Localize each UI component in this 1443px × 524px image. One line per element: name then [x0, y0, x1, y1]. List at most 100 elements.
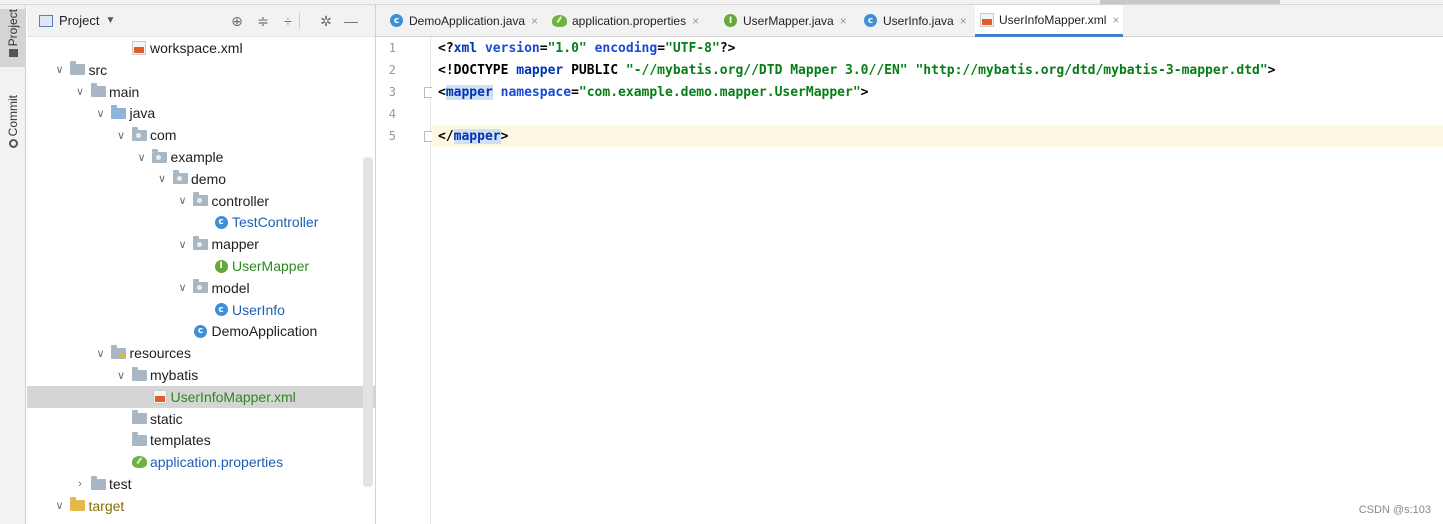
close-icon[interactable]: ×	[840, 14, 847, 28]
interface-icon: I	[213, 258, 229, 274]
chevron-down-icon[interactable]: ∨	[177, 194, 189, 207]
close-icon[interactable]: ×	[1112, 13, 1119, 27]
editor-tab-bar: c DemoApplication.java × application.proper…	[376, 5, 1443, 37]
close-icon[interactable]: ×	[960, 14, 967, 28]
code-token: "-//mybatis.org//DTD Mapper 3.0//EN"	[625, 62, 908, 78]
code-editor[interactable]: <?xml version="1.0" encoding="UTF-8"?> <!…	[432, 37, 1443, 524]
xml-file-icon	[979, 12, 994, 27]
tree-item-usermapper[interactable]: I UserMapper	[27, 255, 375, 277]
minimize-icon[interactable]: —	[342, 12, 360, 30]
chevron-right-icon[interactable]: ›	[74, 478, 86, 490]
tree-item-mybatis[interactable]: ∨ mybatis	[27, 364, 375, 386]
header-divider	[299, 13, 300, 29]
tree-item-userinfomapper-xml[interactable]: UserInfoMapper.xml	[27, 385, 375, 408]
tree-item-static[interactable]: static	[27, 408, 375, 430]
code-token: mapper	[453, 128, 501, 144]
project-view-icon	[39, 14, 53, 27]
chevron-down-icon[interactable]: ∨	[115, 369, 127, 382]
watermark: CSDN @s:103	[1358, 504, 1431, 516]
tree-item-label: UserInfoMapper.xml	[170, 388, 296, 405]
tree-item-controller[interactable]: ∨ controller	[27, 190, 375, 212]
chevron-down-icon[interactable]: ∨	[95, 347, 107, 360]
package-icon	[172, 170, 188, 187]
tree-item-demoapplication[interactable]: c DemoApplication	[27, 320, 375, 342]
code-line[interactable]	[432, 103, 1443, 125]
close-icon[interactable]: ×	[692, 14, 699, 28]
locate-icon[interactable]: ⊕	[228, 12, 246, 30]
chevron-down-icon[interactable]: ∨	[74, 85, 86, 98]
tree-item-label: main	[109, 83, 140, 100]
chevron-down-icon[interactable]: ∨	[156, 172, 168, 185]
expand-all-icon[interactable]: ≑	[254, 12, 272, 30]
chevron-down-icon[interactable]: ∨	[95, 107, 107, 120]
code-line[interactable]: <?xml version="1.0" encoding="UTF-8"?>	[432, 37, 1443, 59]
editor-tab-userinfo-java[interactable]: c UserInfo.java ×	[859, 5, 971, 36]
tab-label: DemoApplication.java	[409, 13, 526, 28]
tree-item-label: target	[88, 497, 125, 514]
editor-tab-demoapplication-java[interactable]: c DemoApplication.java ×	[385, 5, 542, 36]
tree-item-label: TestController	[232, 214, 319, 231]
tree-item-src[interactable]: ∨ src	[27, 59, 375, 81]
code-token: namespace	[500, 84, 572, 100]
editor-tab-application-properties[interactable]: application.properties ×	[548, 5, 703, 36]
line-number: 1	[388, 41, 396, 55]
code-line[interactable]: <!DOCTYPE mapper PUBLIC "-//mybatis.org/…	[432, 59, 1443, 81]
close-icon[interactable]: ×	[531, 14, 538, 28]
tree-scrollbar-thumb[interactable]	[363, 157, 373, 487]
editor-tab-userinfomapper-xml[interactable]: UserInfoMapper.xml ×	[975, 5, 1124, 37]
tree-item-label: demo	[191, 170, 227, 187]
chevron-down-icon[interactable]: ∨	[115, 129, 127, 142]
tree-item-label: workspace.xml	[150, 40, 243, 56]
code-line[interactable]: <mapper namespace="com.example.demo.mapp…	[432, 81, 1443, 103]
chevron-down-icon[interactable]: ∨	[54, 63, 66, 76]
tree-item-example[interactable]: ∨ example	[27, 146, 375, 168]
source-folder-icon	[111, 104, 127, 121]
code-token: </	[438, 128, 454, 144]
run-config-selector[interactable]	[1100, 0, 1280, 4]
tree-item-application-properties[interactable]: application.properties	[27, 451, 375, 473]
commit-tool-tab[interactable]: Commit	[0, 95, 26, 157]
collapse-all-icon[interactable]: ÷	[279, 12, 297, 30]
tree-item-workspace-xml[interactable]: workspace.xml	[27, 37, 375, 59]
code-token: xml	[453, 40, 485, 56]
tree-item-main[interactable]: ∨ main	[27, 81, 375, 103]
chevron-down-icon[interactable]: ∨	[136, 151, 148, 164]
package-icon	[193, 279, 209, 296]
package-icon	[193, 235, 209, 252]
tree-item-label: com	[150, 127, 177, 144]
gear-icon[interactable]: ✲	[317, 12, 335, 30]
tree-item-model[interactable]: ∨ model	[27, 277, 375, 299]
tree-item-templates[interactable]: templates	[27, 429, 375, 451]
line-number: 5	[388, 129, 396, 143]
commit-icon	[8, 139, 18, 149]
tree-item-mapper[interactable]: ∨ mapper	[27, 233, 375, 255]
tree-item-test[interactable]: › test	[27, 473, 375, 495]
code-token: encoding	[594, 40, 658, 56]
editor-tab-usermapper-java[interactable]: I UserMapper.java ×	[719, 5, 851, 36]
code-line-content: </mapper>	[438, 128, 508, 144]
tree-item-com[interactable]: ∨ com	[27, 124, 375, 146]
line-number: 2	[388, 63, 396, 77]
folder-icon	[70, 61, 86, 78]
tree-item-resources[interactable]: ∨ resources	[27, 342, 375, 364]
code-line[interactable]: </mapper>	[432, 125, 1443, 147]
chevron-down-icon[interactable]: ∨	[54, 499, 66, 512]
tree-item-label: mapper	[211, 236, 259, 253]
code-token: =	[539, 40, 548, 56]
project-tool-tab[interactable]: Project	[0, 9, 26, 67]
project-tree: workspace.xml ∨ src ∨ main ∨ java ∨ com ∨ example ∨…	[27, 37, 375, 524]
tree-item-demo[interactable]: ∨ demo	[27, 168, 375, 190]
class-icon: c	[213, 302, 229, 318]
tree-item-label: resources	[129, 345, 191, 362]
folder-icon	[131, 410, 147, 427]
tree-item-testcontroller[interactable]: c TestController	[27, 211, 375, 233]
tree-item-target[interactable]: ∨ target	[27, 495, 375, 517]
tree-item-java[interactable]: ∨ java	[27, 102, 375, 124]
chevron-down-icon[interactable]: ∨	[177, 281, 189, 294]
code-token: <	[438, 84, 446, 100]
project-tool-tab-label: Project	[6, 9, 20, 47]
tree-item-userinfo[interactable]: c UserInfo	[27, 299, 375, 321]
chevron-down-icon[interactable]: ∨	[177, 238, 189, 251]
tree-item-label: UserInfo	[232, 301, 285, 318]
project-view-selector[interactable]: Project ▼	[39, 13, 115, 28]
